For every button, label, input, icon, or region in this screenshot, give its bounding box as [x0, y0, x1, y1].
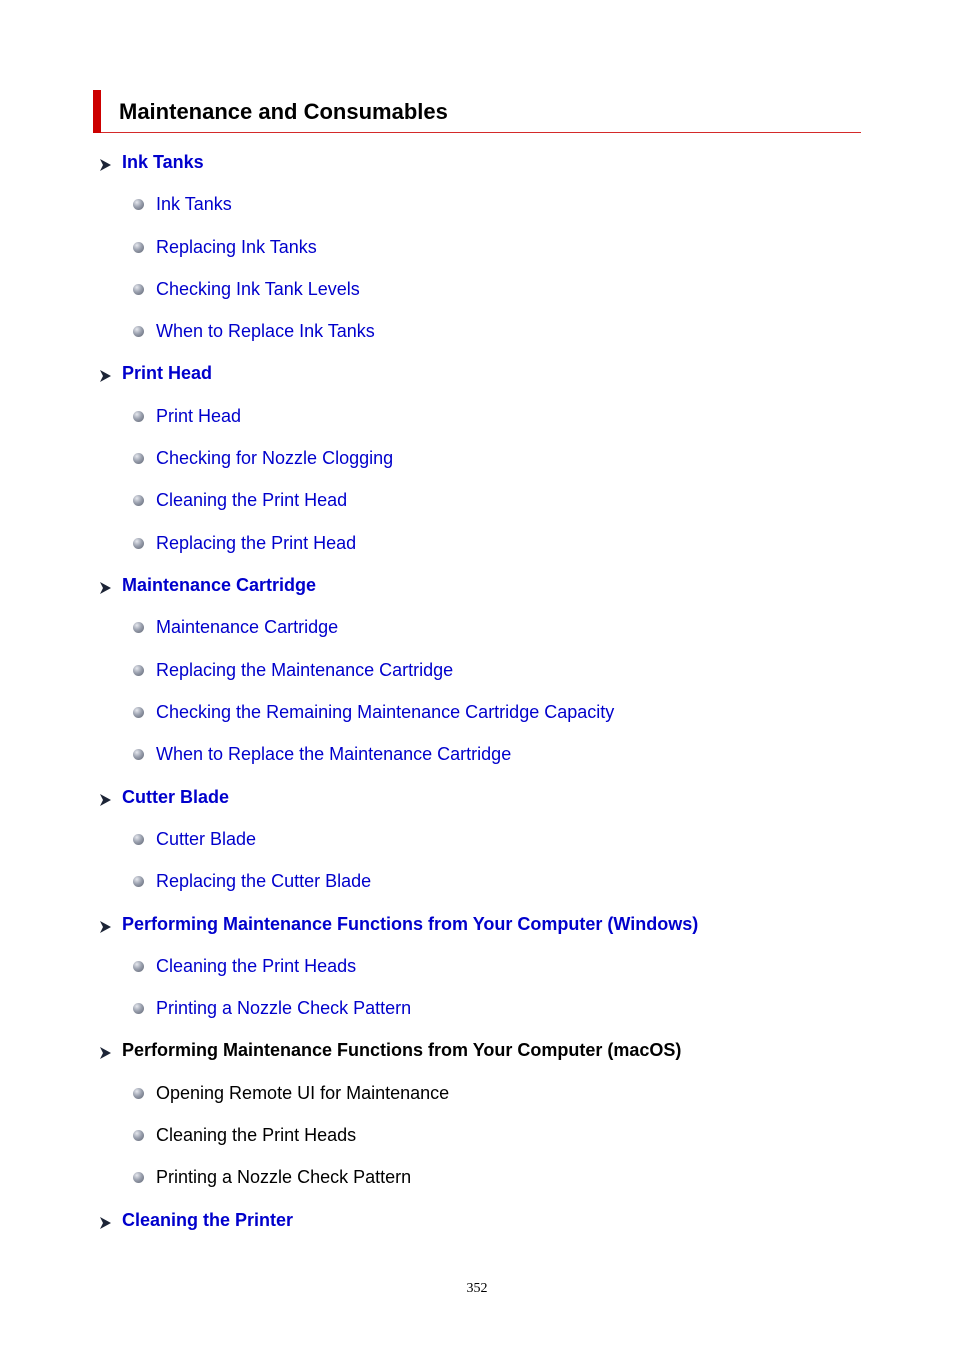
section-heading-link[interactable]: Performing Maintenance Functions from Yo… [98, 914, 698, 935]
bullet-icon [133, 538, 144, 549]
section-heading-label: Performing Maintenance Functions from Yo… [122, 1040, 682, 1060]
toc-item-link[interactable]: Cutter Blade [133, 829, 256, 850]
section-heading-label: Maintenance Cartridge [122, 575, 317, 595]
toc-item-label: Printing a Nozzle Check Pattern [156, 1167, 412, 1187]
toc-item-link: Cleaning the Print Heads [133, 1125, 356, 1146]
toc-item-label: Checking for Nozzle Clogging [156, 448, 394, 468]
bullet-icon [133, 961, 144, 972]
toc-item-label: Cutter Blade [156, 829, 257, 849]
toc-item-label: Replacing the Print Head [156, 533, 357, 553]
bullet-icon [133, 707, 144, 718]
arrow-right-icon [98, 918, 112, 933]
bullet-icon [133, 876, 144, 887]
toc-item-link: Opening Remote UI for Maintenance [133, 1083, 449, 1104]
toc-item-link[interactable]: Replacing the Cutter Blade [133, 871, 371, 892]
toc-item-label: Replacing the Cutter Blade [156, 871, 372, 891]
toc-item-link[interactable]: When to Replace Ink Tanks [133, 321, 375, 342]
arrow-right-icon [98, 1214, 112, 1229]
toc-item-link[interactable]: Replacing Ink Tanks [133, 237, 317, 258]
toc-item-label: When to Replace Ink Tanks [156, 321, 375, 341]
section-heading-link[interactable]: Maintenance Cartridge [98, 575, 316, 596]
section-heading-link: Performing Maintenance Functions from Yo… [98, 1040, 681, 1061]
toc-item-link[interactable]: Replacing the Print Head [133, 533, 356, 554]
bullet-icon [133, 495, 144, 506]
bullet-icon [133, 284, 144, 295]
section-heading-label: Cleaning the Printer [122, 1210, 294, 1230]
toc-item-label: Replacing the Maintenance Cartridge [156, 660, 454, 680]
toc-item-link[interactable]: Checking Ink Tank Levels [133, 279, 360, 300]
section-heading-link[interactable]: Cutter Blade [98, 787, 229, 808]
toc-item-link: Printing a Nozzle Check Pattern [133, 1167, 411, 1188]
bullet-icon [133, 1172, 144, 1183]
toc-item-label: Ink Tanks [156, 194, 232, 214]
section-heading-label: Performing Maintenance Functions from Yo… [122, 914, 699, 934]
toc-item-label: Cleaning the Print Heads [156, 956, 357, 976]
bullet-icon [133, 411, 144, 422]
arrow-right-icon [98, 367, 112, 382]
toc-item-label: Opening Remote UI for Maintenance [156, 1083, 450, 1103]
section-heading-link[interactable]: Print Head [98, 363, 212, 384]
toc-item-link[interactable]: Checking the Remaining Maintenance Cartr… [133, 702, 614, 723]
bullet-icon [133, 1130, 144, 1141]
bullet-icon [133, 326, 144, 337]
section-heading-link[interactable]: Ink Tanks [98, 152, 204, 173]
page-title-block: Maintenance and Consumables [93, 90, 861, 133]
arrow-right-icon [98, 791, 112, 806]
page-title: Maintenance and Consumables [119, 99, 448, 124]
bullet-icon [133, 665, 144, 676]
toc-item-label: When to Replace the Maintenance Cartridg… [156, 744, 512, 764]
arrow-right-icon [98, 156, 112, 171]
bullet-icon [133, 242, 144, 253]
toc-item-link[interactable]: Cleaning the Print Heads [133, 956, 356, 977]
toc-item-label: Checking the Remaining Maintenance Cartr… [156, 702, 615, 722]
section-heading-label: Cutter Blade [122, 787, 230, 807]
page-number: 352 [466, 1281, 488, 1296]
bullet-icon [133, 453, 144, 464]
bullet-icon [133, 749, 144, 760]
toc-item-link[interactable]: Checking for Nozzle Clogging [133, 448, 393, 469]
arrow-right-icon [98, 1044, 112, 1059]
title-accent-bar [93, 90, 101, 133]
toc-item-link[interactable]: Print Head [133, 406, 241, 427]
toc-item-label: Printing a Nozzle Check Pattern [156, 998, 412, 1018]
toc-item-link[interactable]: Replacing the Maintenance Cartridge [133, 660, 453, 681]
toc-item-label: Maintenance Cartridge [156, 617, 339, 637]
section-heading-label: Ink Tanks [122, 152, 204, 172]
toc-item-link[interactable]: Cleaning the Print Head [133, 490, 347, 511]
bullet-icon [133, 199, 144, 210]
toc-item-label: Print Head [156, 406, 242, 426]
toc-item-label: Replacing Ink Tanks [156, 237, 317, 257]
toc-item-link[interactable]: Ink Tanks [133, 194, 232, 215]
toc-item-link[interactable]: Maintenance Cartridge [133, 617, 338, 638]
toc-item-link[interactable]: Printing a Nozzle Check Pattern [133, 998, 411, 1019]
section-heading-label: Print Head [122, 363, 213, 383]
bullet-icon [133, 834, 144, 845]
toc-item-label: Cleaning the Print Heads [156, 1125, 357, 1145]
bullet-icon [133, 1088, 144, 1099]
bullet-icon [133, 1003, 144, 1014]
toc-item-label: Cleaning the Print Head [156, 490, 348, 510]
toc-item-link[interactable]: When to Replace the Maintenance Cartridg… [133, 744, 511, 765]
bullet-icon [133, 622, 144, 633]
toc-item-label: Checking Ink Tank Levels [156, 279, 360, 299]
arrow-right-icon [98, 579, 112, 594]
section-heading-link[interactable]: Cleaning the Printer [98, 1210, 293, 1231]
